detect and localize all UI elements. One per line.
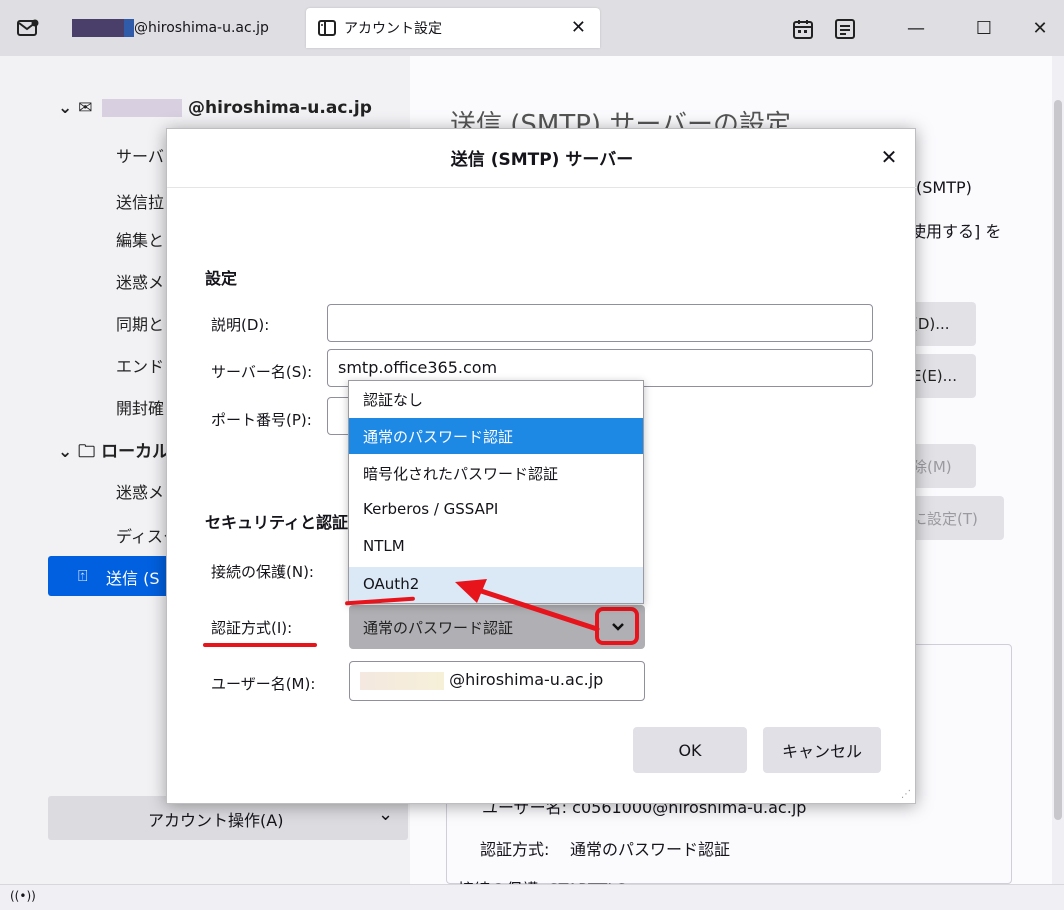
arrow-annotation <box>455 579 600 632</box>
window-close-button[interactable]: ✕ <box>1020 12 1060 44</box>
sidebar-selected-label: 送信 (S <box>106 569 160 588</box>
divider <box>167 187 917 188</box>
server-name-label: サーバー名(S): <box>211 363 313 381</box>
settings-heading: 設定 <box>205 269 238 288</box>
details-auth-label: 認証方式: <box>480 840 550 859</box>
remove-server-button[interactable]: 除(M) <box>906 444 976 488</box>
ok-button[interactable]: OK <box>633 727 747 773</box>
option-ntlm[interactable]: NTLM <box>349 529 643 565</box>
maximize-button[interactable]: ☐ <box>964 12 1004 44</box>
resize-grip-icon[interactable]: ⋰ <box>901 789 911 800</box>
redacted-block <box>360 671 444 690</box>
security-heading: セキュリティと認証 <box>205 513 349 532</box>
chevron-down-icon: ⌄ <box>58 442 73 462</box>
tab-account-settings[interactable]: アカウント設定 ✕ <box>306 8 600 48</box>
redacted-block <box>72 19 124 37</box>
smtp-server-dialog: 送信 (SMTP) サーバー ✕ 設定 説明(D): サーバー名(S): smt… <box>166 128 917 804</box>
calendar-icon[interactable] <box>792 18 814 40</box>
port-label: ポート番号(P): <box>211 411 312 429</box>
sidebar-item-sync[interactable]: 同期と <box>116 311 164 335</box>
tab-close-icon[interactable]: ✕ <box>571 17 586 38</box>
username-value: @hiroshima-u.ac.jp <box>449 670 604 689</box>
dialog-close-button[interactable]: ✕ <box>873 141 905 173</box>
auth-method-label: 認証方式(I): <box>211 619 293 637</box>
redacted-block <box>102 99 183 117</box>
tab-mail[interactable]: @hiroshima-u.ac.jp <box>56 8 306 48</box>
description-label: 説明(D): <box>211 316 270 334</box>
scroll-thumb[interactable] <box>1054 100 1062 820</box>
outgoing-server-icon: ⍐ <box>78 566 88 585</box>
sidebar-item-edit[interactable]: 編集と <box>116 227 164 251</box>
tasks-icon[interactable] <box>834 18 856 40</box>
redacted-block <box>124 19 134 37</box>
mail-app-icon[interactable] <box>16 16 40 40</box>
envelope-icon: ✉ <box>78 98 93 118</box>
chevron-down-icon: ⌄ <box>378 804 394 825</box>
minimize-button[interactable]: — <box>896 12 936 44</box>
option-normal-password[interactable]: 通常のパスワード認証 <box>349 418 643 454</box>
title-bar: @hiroshima-u.ac.jp アカウント設定 ✕ — ☐ ✕ <box>0 0 1064 56</box>
online-status-icon[interactable]: ((•)) <box>10 889 36 903</box>
sidebar-item-compose[interactable]: 送信拉 <box>116 189 164 213</box>
option-no-auth[interactable]: 認証なし <box>349 381 643 417</box>
edit-server-button[interactable]: E(E)... <box>906 354 976 398</box>
sidebar-item-receipts[interactable]: 開封確 <box>116 395 164 419</box>
add-server-button[interactable]: (D)... <box>906 302 976 346</box>
folder-icon: 🗀 <box>78 442 96 462</box>
status-bar: ((•)) <box>0 884 1064 910</box>
option-encrypted-password[interactable]: 暗号化されたパスワード認証 <box>349 455 643 491</box>
username-field[interactable]: @hiroshima-u.ac.jp <box>349 661 645 701</box>
sidebar-item-local-junk[interactable]: 迷惑メ <box>116 479 164 503</box>
account-actions-label: アカウント操作(A) <box>148 811 284 830</box>
option-kerberos[interactable]: Kerberos / GSSAPI <box>349 492 643 528</box>
account-tree-item[interactable]: ⌄ ✉ @hiroshima-u.ac.jp <box>58 98 372 118</box>
set-default-button[interactable]: に設定(T) <box>906 496 1004 540</box>
panel-desc-line2: 使用する] を <box>910 222 1002 241</box>
description-field[interactable] <box>327 304 873 342</box>
tab-mail-label: @hiroshima-u.ac.jp <box>134 20 269 36</box>
local-folders-label: ローカル <box>101 442 170 462</box>
dialog-title: 送信 (SMTP) サーバー <box>450 150 634 170</box>
tab-account-settings-label: アカウント設定 <box>344 21 442 37</box>
account-settings-icon <box>318 20 336 36</box>
account-email-label: @hiroshima-u.ac.jp <box>188 98 372 118</box>
connection-security-label: 接続の保護(N): <box>211 563 314 581</box>
sidebar-item-junk[interactable]: 迷惑メ <box>116 269 164 293</box>
chevron-down-icon: ⌄ <box>58 98 73 118</box>
username-label: ユーザー名(M): <box>211 675 316 693</box>
sidebar-item-server[interactable]: サーバ <box>116 143 164 167</box>
auth-label-underline-annotation <box>203 643 317 647</box>
sidebar-item-e2e[interactable]: エンド <box>116 353 164 377</box>
cancel-button[interactable]: キャンセル <box>763 727 881 773</box>
panel-desc-line1: (SMTP) <box>916 178 972 197</box>
details-auth-value: 通常のパスワード認証 <box>570 840 731 859</box>
local-folders-item[interactable]: ⌄ 🗀 ローカル <box>58 437 169 468</box>
